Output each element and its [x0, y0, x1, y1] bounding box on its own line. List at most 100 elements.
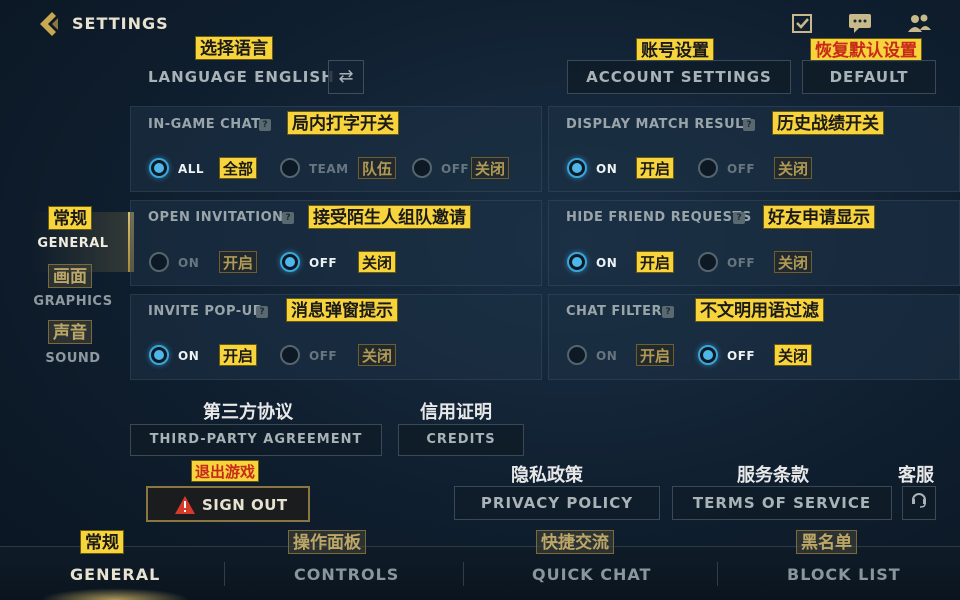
- display-match-off-radio[interactable]: [698, 158, 718, 178]
- help-icon[interactable]: ?: [662, 306, 674, 318]
- nav-graphics-zh: 画面: [48, 264, 92, 288]
- open-invitation-tag: 接受陌生人组队邀请: [308, 205, 471, 229]
- tab-quick-chat[interactable]: QUICK CHAT: [532, 565, 651, 584]
- invite-popup-off-radio[interactable]: [280, 345, 300, 365]
- swap-icon: ⇄: [338, 66, 354, 87]
- terms-zh: 服务条款: [737, 465, 809, 486]
- nav-general-zh: 常规: [48, 206, 92, 230]
- tab-divider: [717, 562, 718, 586]
- chat-filter-on-radio[interactable]: [567, 345, 587, 365]
- support-zh: 客服: [898, 465, 934, 486]
- ingame-chat-tag: 局内打字开关: [287, 111, 399, 135]
- open-invitation-on-label: ON: [178, 256, 200, 270]
- open-invitation-on-radio[interactable]: [149, 252, 169, 272]
- display-match-title: DISPLAY MATCH RESULT: [566, 117, 752, 132]
- ingame-chat-off-zh: 关闭: [471, 157, 510, 179]
- ingame-chat-all-label: ALL: [178, 162, 205, 176]
- credits-zh: 信用证明: [420, 402, 492, 423]
- hide-friend-on-radio[interactable]: [567, 252, 587, 272]
- ingame-chat-off-radio[interactable]: [412, 158, 432, 178]
- hide-friend-off-label: OFF: [727, 256, 756, 270]
- sign-out-button[interactable]: SIGN OUT: [146, 486, 310, 522]
- ingame-chat-all-radio[interactable]: [149, 158, 169, 178]
- privacy-zh: 隐私政策: [511, 465, 583, 486]
- signout-tag: 退出游戏: [191, 460, 260, 482]
- tab-active-glow: [40, 588, 190, 600]
- open-invitation-on-zh: 开启: [219, 251, 258, 273]
- chat-filter-on-zh: 开启: [636, 344, 675, 366]
- display-match-on-radio[interactable]: [567, 158, 587, 178]
- default-button[interactable]: DEFAULT: [802, 60, 936, 94]
- help-icon[interactable]: ?: [282, 212, 294, 224]
- hide-friend-off-radio[interactable]: [698, 252, 718, 272]
- checklist-icon[interactable]: [790, 12, 814, 36]
- display-match-off-zh: 关闭: [774, 157, 813, 179]
- default-tag: 恢复默认设置: [810, 38, 922, 62]
- friends-icon[interactable]: [906, 12, 931, 36]
- ingame-chat-all-zh: 全部: [219, 157, 258, 179]
- display-match-on-label: ON: [596, 162, 618, 176]
- nav-sound-zh: 声音: [48, 320, 92, 344]
- nav-item-graphics[interactable]: GRAPHICS: [30, 294, 116, 309]
- privacy-policy-button[interactable]: PRIVACY POLICY: [454, 486, 660, 520]
- tab-quick-chat-zh: 快捷交流: [536, 530, 614, 554]
- chat-filter-off-radio[interactable]: [698, 345, 718, 365]
- chat-filter-off-label: OFF: [727, 349, 756, 363]
- invite-popup-title: INVITE POP-UP: [148, 304, 263, 319]
- third-party-zh: 第三方协议: [203, 402, 293, 423]
- open-invitation-off-label: OFF: [309, 256, 338, 270]
- invite-popup-off-zh: 关闭: [358, 344, 397, 366]
- tab-general-zh: 常规: [80, 530, 124, 554]
- invite-popup-on-radio[interactable]: [149, 345, 169, 365]
- help-icon[interactable]: ?: [743, 119, 755, 131]
- hide-friend-on-label: ON: [596, 256, 618, 270]
- terms-of-service-button[interactable]: TERMS OF SERVICE: [672, 486, 892, 520]
- tab-general[interactable]: GENERAL: [70, 565, 160, 584]
- help-icon[interactable]: ?: [256, 306, 268, 318]
- hide-friend-on-zh: 开启: [636, 251, 675, 273]
- tab-controls[interactable]: CONTROLS: [294, 565, 399, 584]
- chat-filter-off-zh: 关闭: [774, 344, 813, 366]
- account-settings-button[interactable]: ACCOUNT SETTINGS: [567, 60, 791, 94]
- chat-filter-on-label: ON: [596, 349, 618, 363]
- help-icon[interactable]: ?: [733, 212, 745, 224]
- chat-filter-title: CHAT FILTER: [566, 304, 662, 319]
- ingame-chat-title: IN-GAME CHAT: [148, 117, 261, 132]
- third-party-agreement-button[interactable]: THIRD-PARTY AGREEMENT: [130, 424, 382, 456]
- invite-popup-off-label: OFF: [309, 349, 338, 363]
- tab-divider: [224, 562, 225, 586]
- warning-icon: [174, 495, 196, 515]
- chat-icon[interactable]: [848, 12, 872, 36]
- credits-button[interactable]: CREDITS: [398, 424, 524, 456]
- hide-friend-tag: 好友申请显示: [763, 205, 875, 229]
- open-invitation-title: OPEN INVITATION: [148, 210, 284, 225]
- tab-divider: [463, 562, 464, 586]
- ingame-chat-team-label: TEAM: [309, 162, 349, 176]
- back-icon[interactable]: [36, 10, 64, 38]
- open-invitation-off-zh: 关闭: [358, 251, 397, 273]
- nav-item-sound[interactable]: SOUND: [30, 351, 116, 366]
- display-match-off-label: OFF: [727, 162, 756, 176]
- headset-icon: [912, 493, 926, 508]
- display-match-tag: 历史战绩开关: [772, 111, 884, 135]
- invite-popup-on-label: ON: [178, 349, 200, 363]
- language-label: LANGUAGE ENGLISH: [148, 68, 335, 86]
- chat-filter-tag: 不文明用语过滤: [695, 298, 824, 322]
- support-button[interactable]: [902, 486, 936, 520]
- tab-block-list[interactable]: BLOCK LIST: [787, 565, 901, 584]
- tab-controls-zh: 操作面板: [288, 530, 366, 554]
- tab-block-list-zh: 黑名单: [796, 530, 857, 554]
- nav-item-general[interactable]: GENERAL: [30, 236, 116, 251]
- display-match-on-zh: 开启: [636, 157, 675, 179]
- language-tag: 选择语言: [195, 36, 273, 60]
- ingame-chat-team-zh: 队伍: [358, 157, 397, 179]
- ingame-chat-off-label: OFF: [441, 162, 470, 176]
- hide-friend-off-zh: 关闭: [774, 251, 813, 273]
- help-icon[interactable]: ?: [259, 119, 271, 131]
- hide-friend-title: HIDE FRIEND REQUESTS: [566, 210, 752, 225]
- open-invitation-off-radio[interactable]: [280, 252, 300, 272]
- invite-popup-tag: 消息弹窗提示: [286, 298, 398, 322]
- invite-popup-on-zh: 开启: [219, 344, 258, 366]
- ingame-chat-team-radio[interactable]: [280, 158, 300, 178]
- language-swap-button[interactable]: ⇄: [328, 60, 364, 94]
